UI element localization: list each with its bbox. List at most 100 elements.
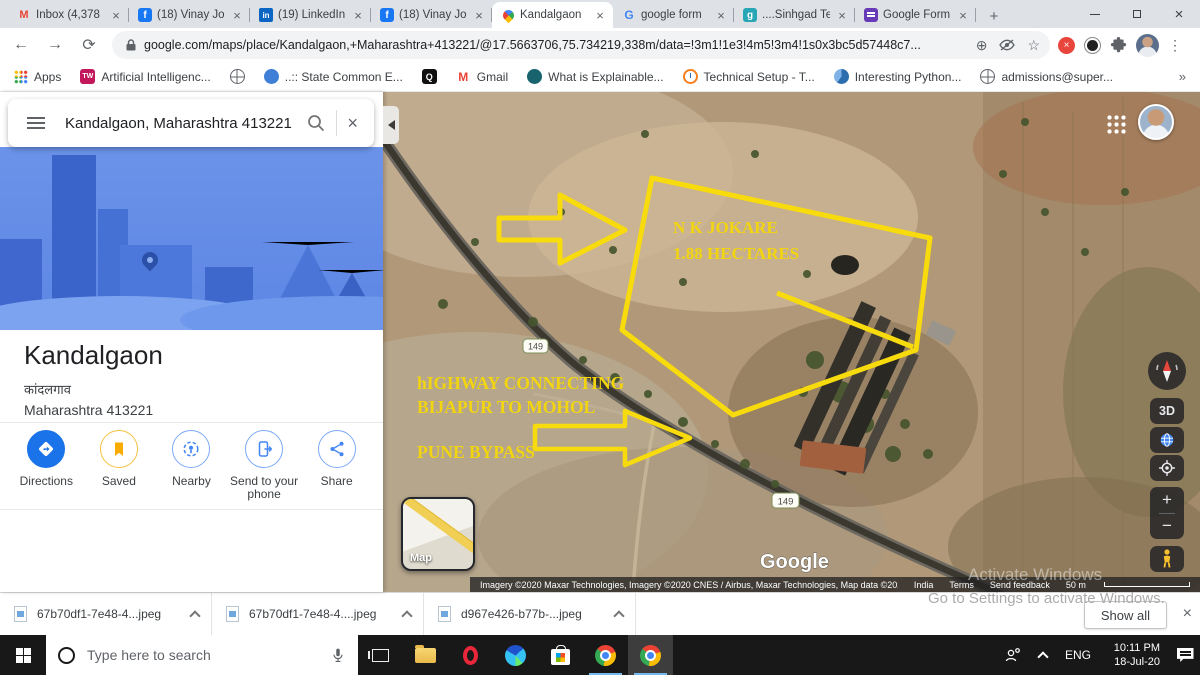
maps-pin-icon: [501, 8, 515, 22]
globe-view-button[interactable]: [1150, 427, 1184, 453]
restore-button[interactable]: [1116, 0, 1158, 28]
3d-toggle-button[interactable]: 3D: [1150, 398, 1184, 424]
bookmark-technical-setup[interactable]: Technical Setup - T...: [683, 69, 815, 84]
tab-sinhgad[interactable]: g ....Sinhgad Te ×: [734, 2, 855, 28]
profile-avatar[interactable]: [1136, 34, 1159, 57]
blue-circle-icon: [264, 69, 279, 84]
action-label: Nearby: [155, 475, 227, 488]
start-button[interactable]: [0, 635, 46, 675]
saved-button[interactable]: Saved: [83, 430, 155, 501]
taskbar-clock[interactable]: 10:11 PM 18-Jul-20: [1098, 641, 1160, 669]
extensions-puzzle-icon[interactable]: [1110, 37, 1127, 54]
bookmark-admissions[interactable]: admissions@super...: [980, 69, 1113, 84]
forward-button[interactable]: →: [42, 32, 68, 58]
close-icon[interactable]: ×: [230, 8, 244, 23]
file-explorer-button[interactable]: [403, 635, 448, 675]
highway-label-2: BIJAPUR TO MOHOL: [417, 397, 595, 417]
gmail-icon: M: [456, 69, 471, 84]
maps-search-box[interactable]: ×: [8, 99, 374, 147]
close-icon[interactable]: ×: [593, 8, 607, 23]
bookmarks-overflow-icon[interactable]: »: [1179, 69, 1186, 84]
chrome-icon: [595, 645, 616, 666]
close-icon[interactable]: ×: [835, 8, 849, 23]
action-center-button[interactable]: [1170, 635, 1200, 675]
clear-search-icon[interactable]: ×: [347, 113, 358, 134]
zoom-in-button[interactable]: +: [1150, 488, 1184, 513]
hidden-icons-button[interactable]: [1028, 635, 1058, 675]
bookmark-star-icon[interactable]: ☆: [1027, 37, 1040, 54]
chevron-up-icon[interactable]: [401, 610, 412, 621]
tab-gmail[interactable]: M Inbox (4,378 ×: [8, 2, 129, 28]
divider: [336, 110, 337, 136]
tab-facebook-1[interactable]: f (18) Vinay Jo ×: [129, 2, 250, 28]
search-input[interactable]: [65, 115, 306, 132]
close-downloads-icon[interactable]: ×: [1183, 605, 1192, 623]
map-inset-toggle[interactable]: Map: [401, 497, 475, 571]
bookmark-explainable[interactable]: What is Explainable...: [527, 69, 663, 84]
browser-menu-icon[interactable]: ⋮: [1168, 37, 1182, 54]
bookmark-globe[interactable]: [230, 69, 245, 84]
close-icon[interactable]: ×: [109, 8, 123, 23]
taskbar-search-box[interactable]: Type here to search: [46, 635, 358, 675]
place-illustration: [0, 147, 383, 330]
adblock-extension-icon[interactable]: ×: [1058, 37, 1075, 54]
tab-google-form-search[interactable]: G google form ×: [613, 2, 734, 28]
new-tab-button[interactable]: +: [982, 4, 1006, 28]
minimize-button[interactable]: [1074, 0, 1116, 28]
chevron-up-icon[interactable]: [613, 610, 624, 621]
close-window-button[interactable]: ×: [1158, 0, 1200, 28]
bookmark-apps[interactable]: Apps: [14, 70, 61, 84]
svg-text:149: 149: [528, 342, 543, 352]
download-item[interactable]: 67b70df1-7e48-4...jpeg: [0, 593, 212, 635]
extension-icon[interactable]: [1084, 37, 1101, 54]
directions-button[interactable]: Directions: [10, 430, 82, 501]
cortana-icon: [58, 647, 75, 664]
my-location-button[interactable]: [1150, 455, 1184, 481]
satellite-map[interactable]: N K JOKARE 1.88 HECTARES hIGHWAY CONNECT…: [383, 92, 1200, 592]
chrome-button[interactable]: [583, 635, 628, 675]
send-to-phone-button[interactable]: Send to your phone: [228, 430, 300, 501]
reload-button[interactable]: ⟳: [76, 32, 102, 58]
menu-hamburger-icon[interactable]: [27, 117, 45, 129]
opera-button[interactable]: [448, 635, 493, 675]
bookmark-interesting-python[interactable]: Interesting Python...: [834, 69, 962, 84]
close-icon[interactable]: ×: [956, 8, 970, 23]
download-item[interactable]: 67b70df1-7e48-4....jpeg: [212, 593, 424, 635]
tab-linkedin[interactable]: in (19) LinkedIn ×: [250, 2, 371, 28]
bookmark-gmail[interactable]: MGmail: [456, 69, 508, 84]
eye-off-icon[interactable]: [999, 39, 1015, 51]
collapse-panel-button[interactable]: [383, 106, 399, 144]
street-view-pegman-button[interactable]: [1150, 546, 1184, 572]
url-text[interactable]: google.com/maps/place/Kandalgaon,+Mahara…: [144, 38, 964, 52]
share-button[interactable]: Share: [301, 430, 373, 501]
google-apps-grid-icon[interactable]: [1106, 114, 1126, 134]
nearby-button[interactable]: Nearby: [155, 430, 227, 501]
compass-control[interactable]: [1148, 352, 1186, 390]
microsoft-store-button[interactable]: [538, 635, 583, 675]
chrome-icon: [640, 645, 661, 666]
people-button[interactable]: [998, 635, 1028, 675]
close-icon[interactable]: ×: [472, 8, 486, 23]
chrome-active-button[interactable]: [628, 635, 673, 675]
close-icon[interactable]: ×: [351, 8, 365, 23]
account-avatar[interactable]: [1138, 104, 1174, 140]
bookmark-state-common[interactable]: ..:: State Common E...: [264, 69, 403, 84]
tab-maps-active[interactable]: Kandalgaon ×: [492, 2, 613, 28]
back-button[interactable]: ←: [8, 32, 34, 58]
zoom-out-button[interactable]: −: [1150, 514, 1184, 539]
bookmark-artificial-intelligence[interactable]: TWArtificial Intelligenc...: [80, 69, 210, 84]
microphone-icon[interactable]: [330, 646, 346, 664]
chevron-up-icon[interactable]: [189, 610, 200, 621]
bookmark-q[interactable]: Q: [422, 69, 437, 84]
send-to-devices-icon[interactable]: ⊕: [976, 37, 988, 54]
download-item[interactable]: d967e426-b77b-...jpeg: [424, 593, 636, 635]
tab-facebook-2[interactable]: f (18) Vinay Jo ×: [371, 2, 492, 28]
task-view-button[interactable]: [358, 635, 403, 675]
language-indicator[interactable]: ENG: [1058, 648, 1098, 662]
search-icon[interactable]: [306, 113, 326, 133]
tab-google-forms[interactable]: Google Form ×: [855, 2, 976, 28]
edge-button[interactable]: [493, 635, 538, 675]
address-bar[interactable]: google.com/maps/place/Kandalgaon,+Mahara…: [112, 31, 1050, 59]
route-badge: 149: [772, 493, 799, 508]
close-icon[interactable]: ×: [714, 8, 728, 23]
